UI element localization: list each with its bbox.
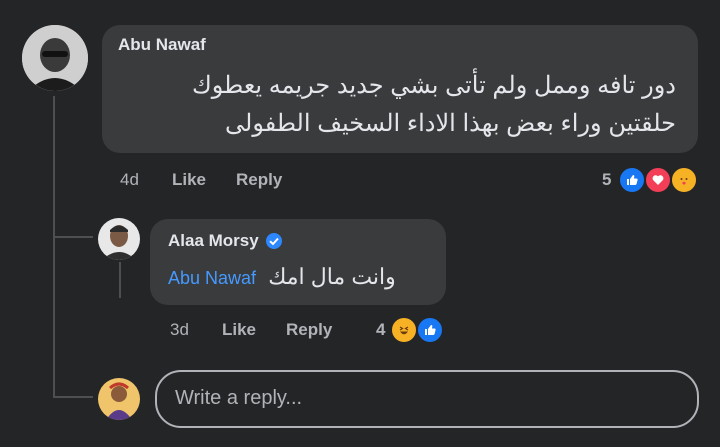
current-user-avatar[interactable] (98, 378, 140, 420)
thread-branch-reply (53, 236, 93, 238)
reply-author[interactable]: Alaa Morsy (168, 231, 283, 251)
reply-input-placeholder[interactable]: Write a reply... (175, 387, 302, 410)
reply-text: Abu Nawaf وانت مال امك (168, 259, 396, 296)
comment-time[interactable]: 4d (120, 170, 139, 190)
verified-badge-icon (265, 232, 283, 250)
like-button[interactable]: Like (172, 170, 206, 190)
profile-photo-icon (22, 25, 88, 91)
comment-text-line-2: حلقتين وراء بعض بهذا الاداء السخيف الطفو… (225, 110, 676, 137)
reply-bubble[interactable]: Alaa Morsy Abu Nawaf وانت مال امك (150, 219, 446, 305)
haha-reaction-icon (390, 316, 418, 344)
like-reaction-icon (618, 166, 646, 194)
reply-button[interactable]: Reply (236, 170, 282, 190)
like-reaction-icon (416, 316, 444, 344)
reply-avatar[interactable] (98, 218, 140, 260)
reply-author-name[interactable]: Alaa Morsy (168, 231, 259, 251)
care-reaction-icon (670, 166, 698, 194)
reply-message: وانت مال امك (268, 264, 396, 289)
reply-reply-button[interactable]: Reply (286, 320, 332, 340)
profile-photo-icon (98, 218, 140, 260)
reply-reactions-count[interactable]: 4 (376, 320, 385, 340)
thread-line-reply (119, 262, 121, 298)
comment-author[interactable]: Abu Nawaf (118, 35, 206, 55)
reply-like-button[interactable]: Like (222, 320, 256, 340)
love-reaction-icon (644, 166, 672, 194)
comment-text-line-1: دور تافه وممل ولم تأتى بشي جديد جريمه يع… (191, 72, 676, 99)
comment-bubble[interactable]: Abu Nawaf دور تافه وممل ولم تأتى بشي جدي… (102, 25, 698, 153)
avatar[interactable] (22, 25, 88, 91)
reply-time[interactable]: 3d (170, 320, 189, 340)
thread-branch-composer (53, 396, 93, 398)
thread-line-main (53, 96, 55, 396)
reply-composer[interactable]: Write a reply... (155, 370, 699, 428)
reactions-count[interactable]: 5 (602, 170, 611, 190)
mention-link[interactable]: Abu Nawaf (168, 268, 256, 288)
profile-photo-icon (98, 378, 140, 420)
